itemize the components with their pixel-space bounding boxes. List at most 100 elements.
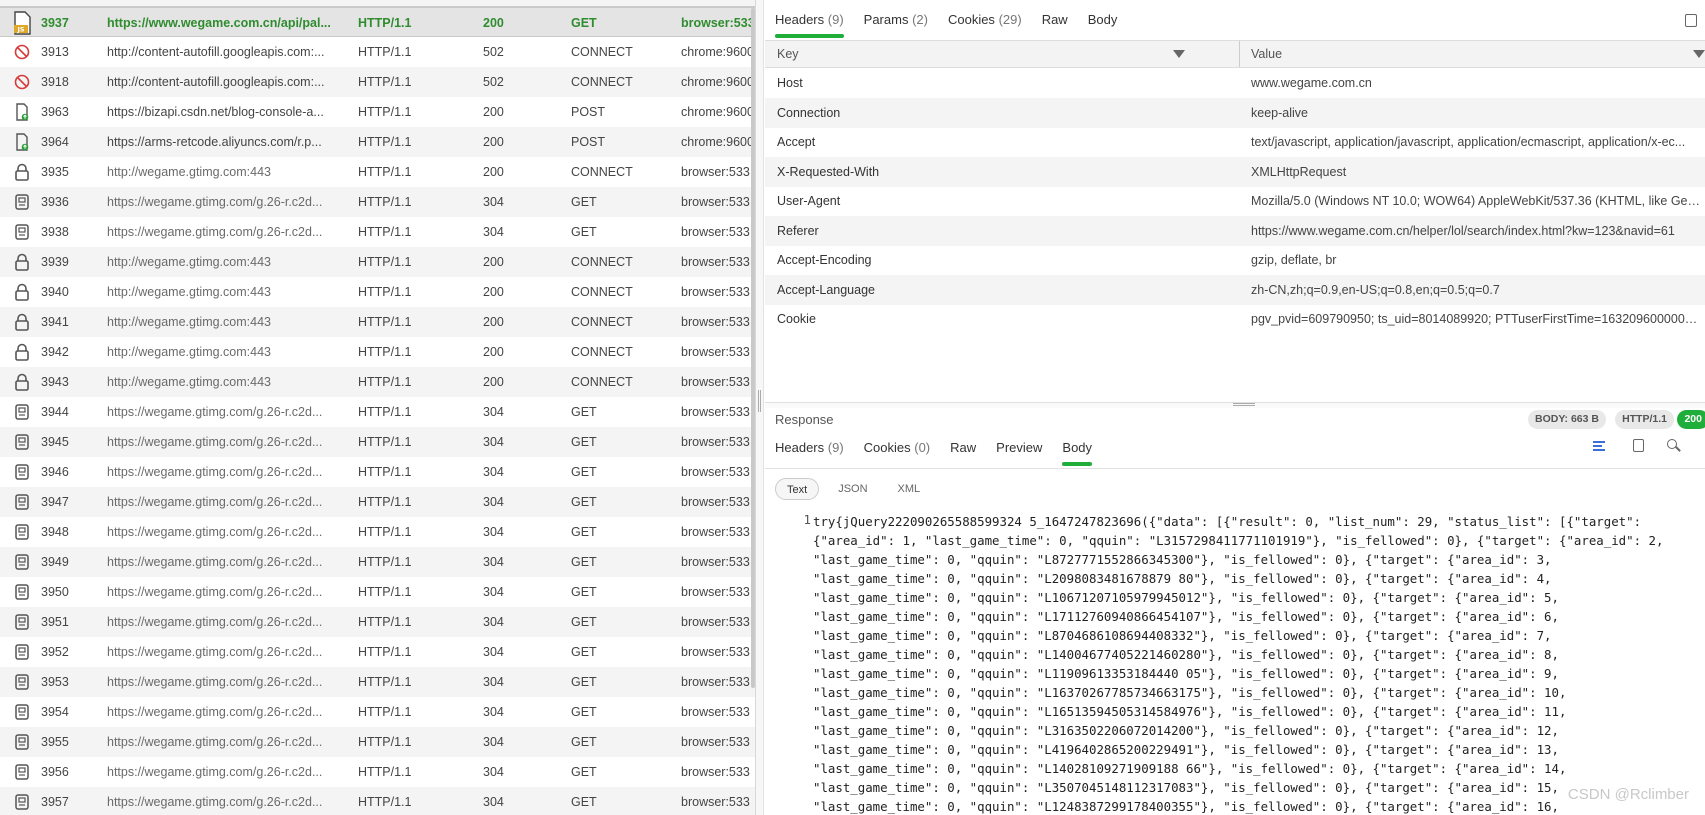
session-row[interactable]: 3946 https://wegame.gtimg.com/g.26-r.c2d.… <box>0 457 755 487</box>
header-row[interactable]: Host www.wegame.com.cn <box>765 68 1705 98</box>
session-status: 304 <box>483 705 504 719</box>
session-method: GET <box>571 495 597 509</box>
session-url: https://wegame.gtimg.com/g.26-r.c2d... <box>107 195 323 209</box>
request-response-splitter[interactable] <box>765 402 1705 408</box>
request-tab-raw[interactable]: Raw <box>1042 0 1068 40</box>
session-row[interactable]: 3963 https://bizapi.csdn.net/blog-console… <box>0 97 755 127</box>
request-tab-params[interactable]: Params (2) <box>864 0 928 40</box>
splitter-grip[interactable] <box>1233 403 1255 406</box>
code-line: "last_game_time": 0, "qquin": "L10671207… <box>813 590 1559 605</box>
line-number: 1 <box>803 512 811 527</box>
session-row[interactable]: 3918 http://content-autofill.googleapis.c… <box>0 67 755 97</box>
session-status: 304 <box>483 555 504 569</box>
code-line: "last_game_time": 0, "qquin": "L41964028… <box>813 742 1559 757</box>
request-tab-cookies[interactable]: Cookies (29) <box>948 0 1022 40</box>
session-row[interactable]: 3956 https://wegame.gtimg.com/g.26-r.c2d.… <box>0 757 755 787</box>
session-row[interactable]: 3935 http://wegame.gtimg.com:443 HTTP/1.1 2… <box>0 157 755 187</box>
session-process: browser:533 <box>681 16 754 30</box>
header-row[interactable]: X-Requested-With XMLHttpRequest <box>765 156 1705 187</box>
session-list-scrollbar[interactable] <box>751 8 755 688</box>
session-row[interactable]: 3954 https://wegame.gtimg.com/g.26-r.c2d.… <box>0 697 755 727</box>
tab-count: (9) <box>827 12 844 27</box>
pane-splitter[interactable] <box>756 0 764 815</box>
response-body-text[interactable]: try{jQuery222090265588599324 5_164724782… <box>813 512 1703 815</box>
code-line: "last_game_time": 0, "qquin": "L20980834… <box>813 571 1552 586</box>
session-row[interactable]: 3955 https://wegame.gtimg.com/g.26-r.c2d.… <box>0 727 755 757</box>
tab-label: Raw <box>950 440 977 455</box>
session-row[interactable]: 3950 https://wegame.gtimg.com/g.26-r.c2d.… <box>0 577 755 607</box>
format-json-button[interactable]: JSON <box>827 478 878 500</box>
session-process: browser:533 <box>681 675 750 689</box>
header-row[interactable]: Accept text/javascript, application/javas… <box>765 127 1705 157</box>
response-tab-cookies[interactable]: Cookies (0) <box>864 428 930 468</box>
cache-icon <box>10 457 34 487</box>
session-row[interactable]: 3940 http://wegame.gtimg.com:443 HTTP/1.1 2… <box>0 277 755 307</box>
response-tab-body[interactable]: Body <box>1062 428 1092 468</box>
code-line: "last_game_time": 0, "qquin": "L31635022… <box>813 723 1559 738</box>
header-row[interactable]: Cookie pgv_pvid=609790950; ts_uid=8014089… <box>765 304 1705 334</box>
session-row[interactable]: 3951 https://wegame.gtimg.com/g.26-r.c2d.… <box>0 607 755 637</box>
session-method: GET <box>571 555 597 569</box>
session-status: 200 <box>483 375 504 389</box>
session-http-version: HTTP/1.1 <box>358 765 412 779</box>
session-row[interactable]: JS 3937 https://www.wegame.com.cn/api/pal.… <box>0 7 755 37</box>
session-process: browser:533 <box>681 615 750 629</box>
session-row[interactable]: 3964 https://arms-retcode.aliyuncs.com/r.… <box>0 127 755 157</box>
session-method: GET <box>571 435 597 449</box>
cache-icon <box>10 517 34 547</box>
header-value: pgv_pvid=609790950; ts_uid=8014089920; P… <box>1251 312 1701 326</box>
session-row[interactable]: 3936 https://wegame.gtimg.com/g.26-r.c2d.… <box>0 187 755 217</box>
request-tab-body[interactable]: Body <box>1088 0 1118 40</box>
header-row[interactable]: Accept-Encoding gzip, deflate, br <box>765 245 1705 275</box>
session-row[interactable]: 3939 http://wegame.gtimg.com:443 HTTP/1.1 2… <box>0 247 755 277</box>
key-column-header[interactable]: Key <box>777 41 799 67</box>
splitter-grip[interactable] <box>758 390 761 412</box>
session-row[interactable]: 3942 http://wegame.gtimg.com:443 HTTP/1.1 2… <box>0 337 755 367</box>
header-row[interactable]: User-Agent Mozilla/5.0 (Windows NT 10.0; … <box>765 186 1705 216</box>
header-row[interactable]: Accept-Language zh-CN,zh;q=0.9,en-US;q=0.… <box>765 274 1705 305</box>
column-divider[interactable] <box>1239 41 1240 67</box>
session-method: CONNECT <box>571 345 633 359</box>
request-tab-headers[interactable]: Headers (9) <box>775 0 844 40</box>
session-row[interactable]: 3949 https://wegame.gtimg.com/g.26-r.c2d.… <box>0 547 755 577</box>
search-icon[interactable] <box>1667 439 1681 453</box>
session-id: 3964 <box>41 135 69 149</box>
copy-icon[interactable] <box>1685 14 1697 27</box>
session-row[interactable]: 3943 http://wegame.gtimg.com:443 HTTP/1.1 2… <box>0 367 755 397</box>
header-row[interactable]: Referer https://www.wegame.com.cn/helper/… <box>765 215 1705 246</box>
tab-count: (0) <box>914 440 931 455</box>
session-status: 304 <box>483 735 504 749</box>
header-value: zh-CN,zh;q=0.9,en-US;q=0.8,en;q=0.5;q=0.… <box>1251 282 1500 297</box>
response-tab-headers[interactable]: Headers (9) <box>775 428 844 468</box>
value-column-header[interactable]: Value <box>1251 41 1282 67</box>
header-key: Host <box>777 76 803 90</box>
session-row[interactable]: 3913 http://content-autofill.googleapis.c… <box>0 37 755 67</box>
response-tab-preview[interactable]: Preview <box>996 428 1042 468</box>
session-row[interactable]: 3945 https://wegame.gtimg.com/g.26-r.c2d.… <box>0 427 755 457</box>
session-method: GET <box>571 795 597 809</box>
session-row[interactable]: 3948 https://wegame.gtimg.com/g.26-r.c2d.… <box>0 517 755 547</box>
wrap-lines-icon[interactable] <box>1593 439 1607 453</box>
tab-count: (2) <box>912 12 928 27</box>
session-process: browser:533 <box>681 255 750 269</box>
session-row[interactable]: 3944 https://wegame.gtimg.com/g.26-r.c2d.… <box>0 397 755 427</box>
session-row[interactable]: 3952 https://wegame.gtimg.com/g.26-r.c2d.… <box>0 637 755 667</box>
code-line: "last_game_time": 0, "qquin": "L11909613… <box>813 666 1559 681</box>
response-tab-raw[interactable]: Raw <box>950 428 976 468</box>
header-row[interactable]: Connection keep-alive <box>765 97 1705 128</box>
format-xml-button[interactable]: XML <box>887 478 932 500</box>
session-row[interactable]: 3947 https://wegame.gtimg.com/g.26-r.c2d.… <box>0 487 755 517</box>
session-method: POST <box>571 105 606 119</box>
session-row[interactable]: 3953 https://wegame.gtimg.com/g.26-r.c2d.… <box>0 667 755 697</box>
header-key: Referer <box>777 223 819 238</box>
copy-icon[interactable] <box>1633 439 1644 452</box>
filter-icon[interactable] <box>1173 50 1185 58</box>
session-row[interactable]: 3938 https://wegame.gtimg.com/g.26-r.c2d.… <box>0 217 755 247</box>
session-row[interactable]: 3957 https://wegame.gtimg.com/g.26-r.c2d.… <box>0 787 755 815</box>
session-row[interactable]: 3941 http://wegame.gtimg.com:443 HTTP/1.1 2… <box>0 307 755 337</box>
response-body-viewer[interactable]: 1 try{jQuery222090265588599324 5_1647247… <box>765 510 1705 815</box>
session-id: 3936 <box>41 195 69 209</box>
cache-icon <box>10 727 34 757</box>
filter-icon[interactable] <box>1693 50 1705 58</box>
format-text-button[interactable]: Text <box>775 477 820 500</box>
